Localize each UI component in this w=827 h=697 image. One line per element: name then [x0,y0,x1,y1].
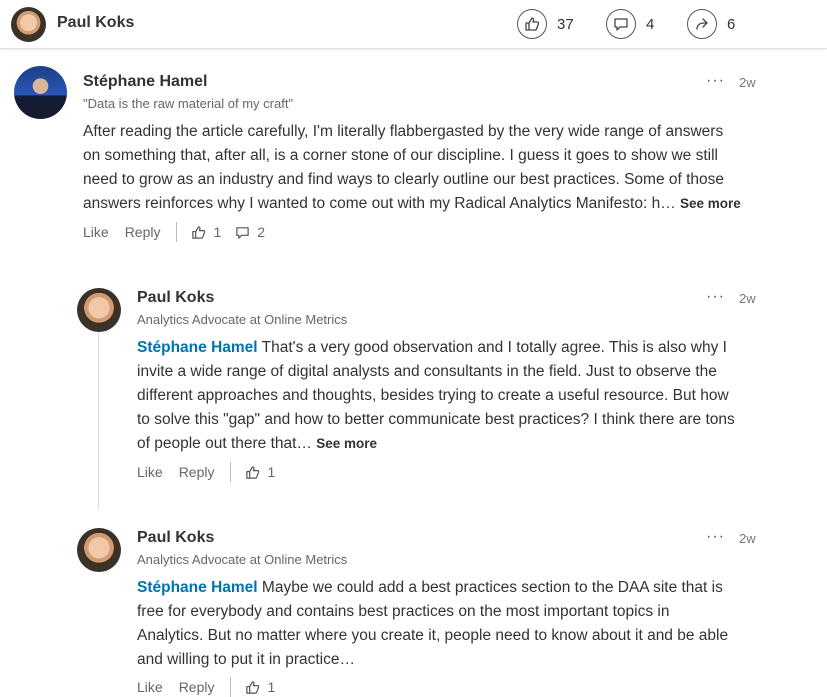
comment-line: Analytics. But no matter where you creat… [137,627,729,644]
comment-reply-count[interactable]: 2 [235,224,265,240]
like-count: 1 [267,464,276,480]
comment-actions: Like Reply 1 [137,677,289,697]
comment-time: 2w [739,531,756,546]
like-count: 1 [213,224,222,240]
thumbs-up-icon [192,225,206,239]
comment-line: Stéphane Hamel That's a very good observ… [137,336,777,360]
comment-line: After reading the article carefully, I'm… [83,123,724,140]
reply-link[interactable]: Reply [179,464,215,480]
thread-line [98,330,99,510]
reply-link[interactable]: Reply [125,224,161,240]
share-action[interactable]: 6 [687,8,735,40]
comment-actions: Like Reply 1 2 [83,222,279,242]
commenter-avatar[interactable] [14,66,67,119]
thumbs-up-icon[interactable] [517,9,547,39]
see-more-link[interactable]: See more [680,196,741,211]
reply-count: 2 [257,224,266,240]
mention-link[interactable]: Stéphane Hamel [137,339,258,356]
more-options-icon[interactable]: ··· [706,72,725,90]
comment-line-text: That's a very good observation and I tot… [257,339,727,356]
comment-actions: Like Reply 1 [137,462,289,482]
comment-body: Stéphane Hamel That's a very good observ… [137,336,777,456]
divider [176,222,178,242]
comment-count: 4 [646,15,655,33]
comment-body: Stéphane Hamel Maybe we could add a best… [137,576,777,672]
mention-link[interactable]: Stéphane Hamel [137,579,258,596]
like-link[interactable]: Like [83,224,109,240]
comment-body: After reading the article carefully, I'm… [83,120,783,216]
comment-like-count[interactable]: 1 [191,224,221,240]
like-link[interactable]: Like [137,679,163,695]
reply-link[interactable]: Reply [179,679,215,695]
post-header-bar: Paul Koks 37 4 6 [0,0,827,49]
share-arrow-icon[interactable] [687,9,717,39]
commenter-avatar[interactable] [77,528,121,572]
thumbs-up-icon [246,465,260,479]
commenter-headline: Analytics Advocate at Online Metrics [137,312,348,327]
post-author-name[interactable]: Paul Koks [57,14,134,32]
comment-line: of people out there that… See more [137,432,777,456]
comment-line-text: answers reinforces why I wanted to come … [83,195,676,212]
like-count: 37 [557,15,574,33]
comment-line: answers reinforces why I wanted to come … [83,192,783,216]
like-count: 1 [267,679,276,695]
comment-like-count[interactable]: 1 [245,679,275,695]
comment-line: invite a wide range of digital analysts … [137,363,717,380]
comment-line-text: Maybe we could add a best practices sect… [257,579,723,596]
comment-time: 2w [739,75,756,90]
like-link[interactable]: Like [137,464,163,480]
comment-line: on something that, after all, is a corne… [83,147,718,164]
thumbs-up-icon [246,680,260,694]
comment-line: free for everybody and contains best pra… [137,603,670,620]
comment-line: and willing to put it in practice… [137,651,355,668]
comment-like-count[interactable]: 1 [245,464,275,480]
more-options-icon[interactable]: ··· [706,528,725,546]
commenter-name[interactable]: Paul Koks [137,289,214,307]
share-count: 6 [727,15,736,33]
commenter-name[interactable]: Stéphane Hamel [83,73,207,91]
comment-line-text: of people out there that… [137,435,312,452]
more-options-icon[interactable]: ··· [706,288,725,306]
comment-action[interactable]: 4 [606,8,654,40]
comment-line: need to grow as an industry and find way… [83,171,725,188]
commenter-headline: Analytics Advocate at Online Metrics [137,552,348,567]
divider [230,677,232,697]
like-action[interactable]: 37 [517,8,574,40]
commenter-headline: "Data is the raw material of my craft" [83,96,294,111]
see-more-link[interactable]: See more [316,436,377,451]
comment-icon[interactable] [606,9,636,39]
comment-line: different approaches and thoughts, besid… [137,387,729,404]
divider [230,462,232,482]
comment-line: Stéphane Hamel Maybe we could add a best… [137,576,777,600]
comment-line: to solve this "gap" and how to better co… [137,411,735,428]
author-avatar[interactable] [11,7,46,42]
comment-time: 2w [739,291,756,306]
commenter-name[interactable]: Paul Koks [137,529,214,547]
commenter-avatar[interactable] [77,288,121,332]
comment-icon [236,226,250,239]
